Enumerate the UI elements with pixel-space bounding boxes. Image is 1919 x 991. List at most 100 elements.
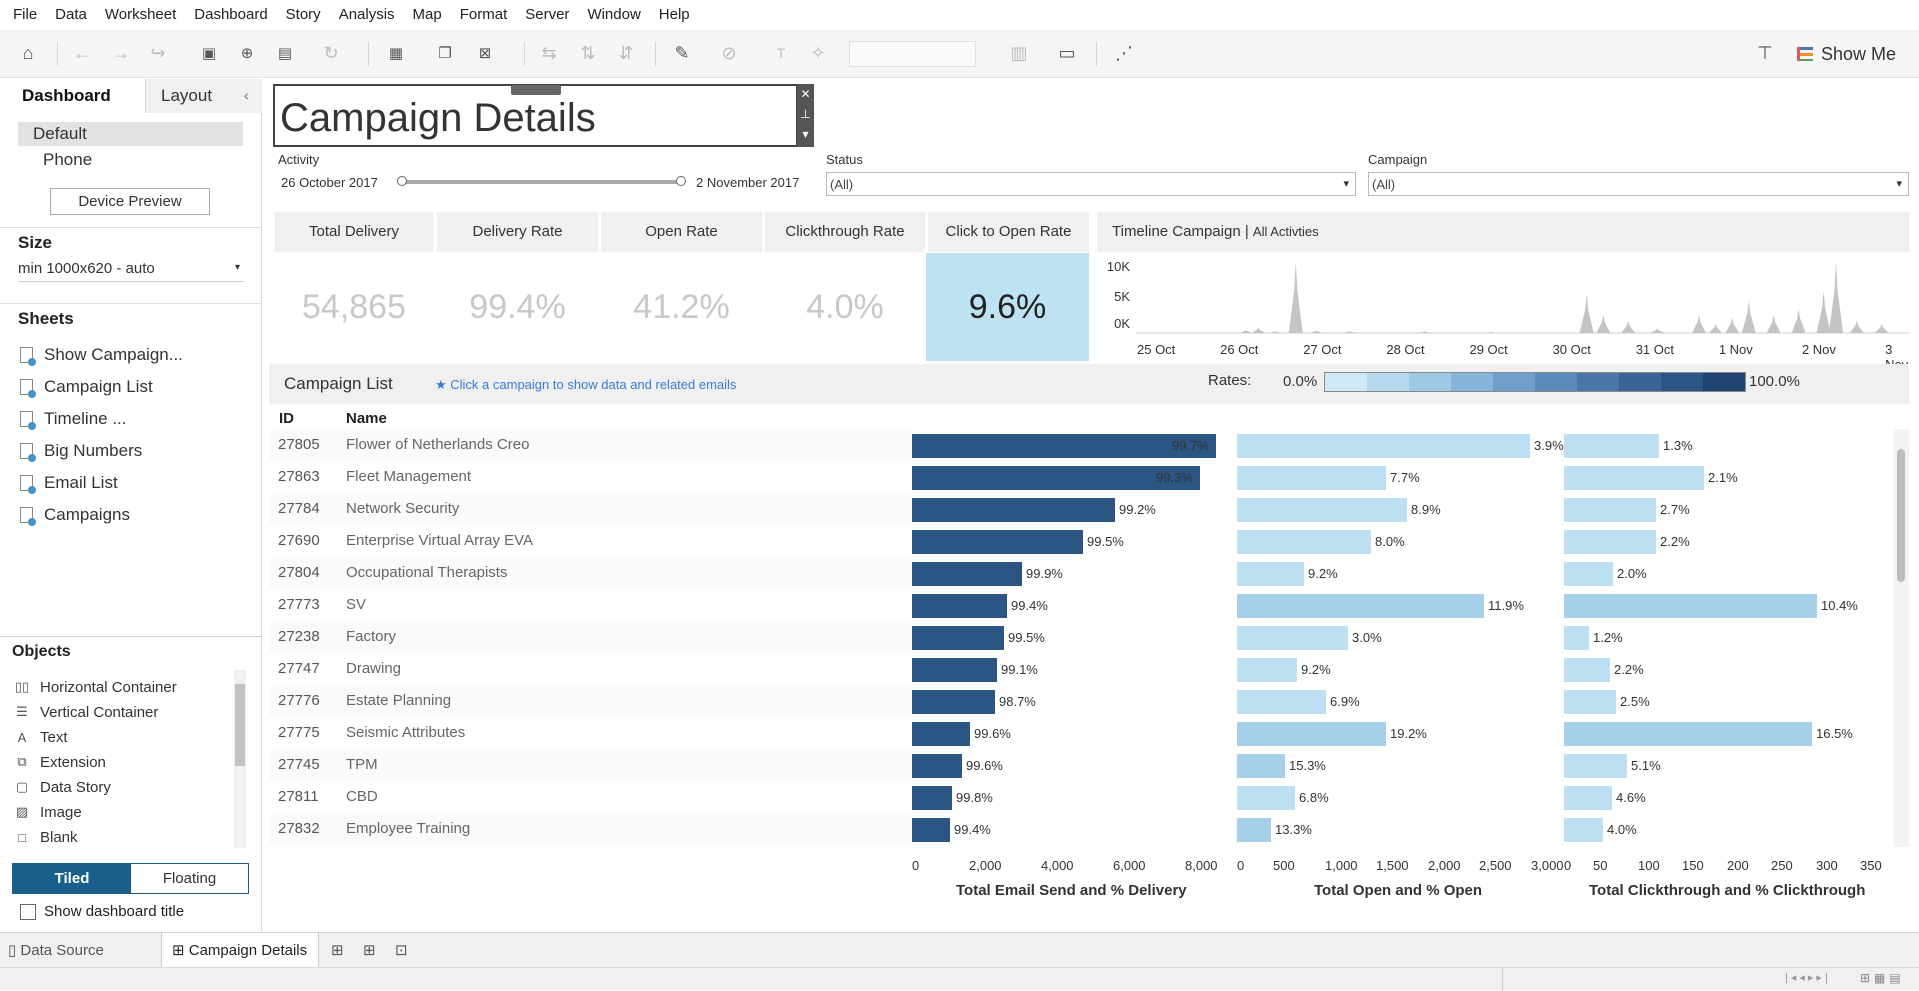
bar-click[interactable] [1564,786,1612,810]
cell-id[interactable]: 27784 [278,500,320,517]
bar-click[interactable] [1564,658,1610,682]
cell-id[interactable]: 27747 [278,660,320,677]
new-data-source-icon[interactable]: ⊕ [234,40,260,66]
cell-name[interactable]: Employee Training [346,820,470,837]
timeline-peak[interactable] [1267,331,1282,333]
timeline-peak[interactable] [1621,321,1636,333]
timeline-peak[interactable] [1874,324,1889,333]
kpi-delivery-rate-value[interactable]: 99.4% [437,253,598,361]
cell-id[interactable]: 27745 [278,756,320,773]
close-icon[interactable]: ✕ [797,84,814,104]
bar-send[interactable] [912,594,1007,618]
campaign-filter-dropdown[interactable]: (All) ▾ [1368,172,1909,196]
timeline-peak[interactable] [1816,291,1831,333]
cell-name[interactable]: TPM [346,756,378,773]
table-row[interactable]: 27804 Occupational Therapists 99.9% 9.2% 2.0… [269,559,1884,589]
duplicate-sheet-icon[interactable]: ❐ [432,40,458,66]
cell-id[interactable]: 27238 [278,628,320,645]
floating-button[interactable]: Floating [131,864,248,893]
table-scrollbar[interactable] [1893,429,1909,847]
kpi-clickthrough-rate-value[interactable]: 4.0% [765,253,925,361]
show-me-button[interactable]: Show Me [1797,40,1896,68]
cell-name[interactable]: CBD [346,788,378,805]
show-cards-icon[interactable]: ▥ [1006,40,1032,66]
sheet-campaign-list[interactable]: Campaign List [20,375,153,399]
bar-send[interactable] [912,786,952,810]
bar-open[interactable] [1237,434,1530,458]
timeline-peak[interactable] [1484,331,1499,333]
timeline-peak[interactable] [1725,318,1740,333]
menu-file[interactable]: File [4,0,46,30]
timeline-peak[interactable] [1791,309,1806,333]
cell-name[interactable]: Occupational Therapists [346,564,507,581]
timeline-area-chart[interactable] [1136,254,1909,336]
timeline-peak[interactable] [1238,330,1253,333]
objects-scrollbar[interactable] [234,670,246,848]
table-row[interactable]: 27238 Factory 99.5% 3.0% 1.2% [269,623,1884,653]
kpi-open-rate-value[interactable]: 41.2% [601,253,762,361]
table-row[interactable]: 27811 CBD 99.8% 6.8% 4.6% [269,783,1884,813]
clear-sheet-icon[interactable]: ⊠ [472,40,498,66]
table-row[interactable]: 27690 Enterprise Virtual Array EVA 99.5% 8.… [269,527,1884,557]
group-icon[interactable]: ⊘ [716,40,742,66]
size-dropdown[interactable]: min 1000x620 - auto ▾ [18,260,244,282]
object-image[interactable]: ▨ Image [14,802,82,822]
timeline-peak[interactable] [1829,261,1844,333]
timeline-peak[interactable] [1251,327,1266,333]
fit-dropdown[interactable] [849,41,976,67]
pause-updates-icon[interactable]: ▤ [272,40,298,66]
bar-send[interactable] [912,818,950,842]
device-phone[interactable]: Phone [43,150,92,170]
bar-send[interactable] [912,626,1004,650]
timeline-peak[interactable] [1741,300,1756,333]
redo-icon[interactable]: ↪ [145,40,171,66]
new-worksheet-tab-icon[interactable]: ⊞ [331,933,344,968]
tab-navigation-icon[interactable]: |◂◂▸▸| [1785,971,1831,984]
save-icon[interactable]: ▣ [196,40,222,66]
table-row[interactable]: 27832 Employee Training 99.4% 13.3% 4.0% [269,815,1884,845]
bar-open[interactable] [1237,530,1371,554]
activity-slider-track[interactable] [399,180,682,184]
bar-send[interactable] [912,562,1022,586]
new-story-tab-icon[interactable]: ⊡ [395,933,408,968]
cell-id[interactable]: 27775 [278,724,320,741]
cell-name[interactable]: Drawing [346,660,401,677]
bar-click[interactable] [1564,562,1613,586]
timeline-peak[interactable] [1309,330,1324,333]
timeline-peak[interactable] [1288,261,1303,333]
forward-icon[interactable]: → [108,40,134,66]
highlight-icon[interactable]: ✎ [669,40,695,66]
menu-story[interactable]: Story [277,0,330,30]
device-default[interactable]: Default [18,122,243,146]
bar-open[interactable] [1237,626,1348,650]
sort-descending-icon[interactable]: ⇵ [613,40,639,66]
cell-id[interactable]: 27811 [278,788,319,805]
table-row[interactable]: 27776 Estate Planning 98.7% 6.9% 2.5% [269,687,1884,717]
activity-start-date[interactable]: 26 October 2017 [281,175,378,190]
timeline-peak[interactable] [1342,331,1357,333]
bar-click[interactable] [1564,818,1603,842]
format-painter-icon[interactable]: ⊤ [1752,40,1778,66]
bar-open[interactable] [1237,466,1386,490]
scrollbar-thumb[interactable] [1897,449,1905,582]
activity-slider-start-handle[interactable] [397,176,407,186]
timeline-peak[interactable] [1849,321,1864,333]
pin-icon[interactable]: ✧ [805,40,831,66]
table-row[interactable]: 27784 Network Security 99.2% 8.9% 2.7% [269,495,1884,525]
cell-name[interactable]: Estate Planning [346,692,451,709]
view-mode-icon[interactable]: ⊞▦▤ [1860,971,1905,985]
cell-name[interactable]: Flower of Netherlands Creo [346,436,529,453]
object-extension[interactable]: ⧉ Extension [14,752,106,772]
timeline-peak[interactable] [1691,315,1706,333]
cell-name[interactable]: Fleet Management [346,468,471,485]
collapse-pane-icon[interactable]: ‹ [244,87,249,103]
new-worksheet-icon[interactable]: ▦ [383,40,409,66]
timeline-peak[interactable] [1650,328,1665,333]
bar-click[interactable] [1564,594,1817,618]
bar-send[interactable] [912,530,1083,554]
menu-dashboard[interactable]: Dashboard [185,0,276,30]
presentation-mode-icon[interactable]: ▭ [1054,40,1080,66]
pin-icon[interactable]: ⊥ [797,104,814,124]
bar-send[interactable] [912,498,1115,522]
device-preview-button[interactable]: Device Preview [50,188,210,215]
